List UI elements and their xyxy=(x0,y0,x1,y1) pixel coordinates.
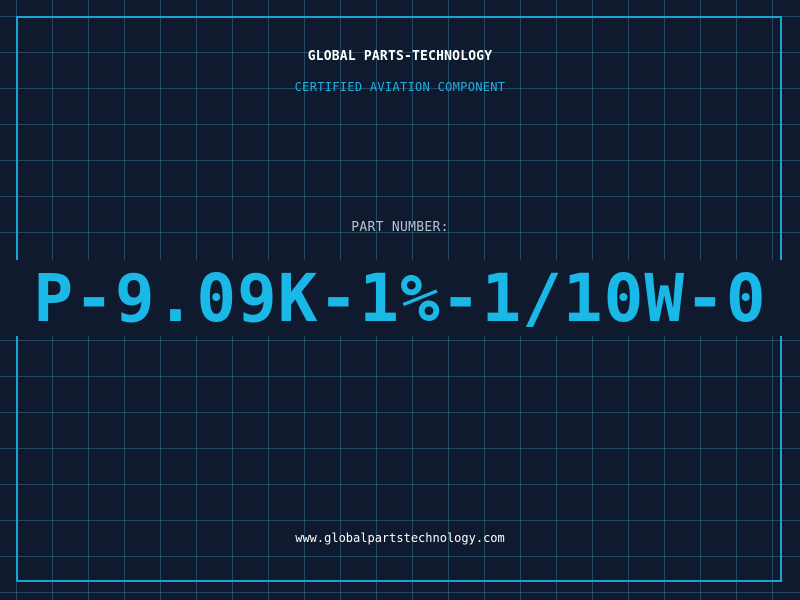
company-name: GLOBAL PARTS-TECHNOLOGY xyxy=(307,49,493,64)
certification-tagline: CERTIFIED AVIATION COMPONENT xyxy=(294,80,506,94)
part-number-band: P-9.09K-1%-1/10W-0 xyxy=(0,260,800,336)
part-number-label: PART NUMBER: xyxy=(351,220,449,235)
part-number-value: P-9.09K-1%-1/10W-0 xyxy=(33,260,767,336)
website-url: www.globalpartstechnology.com xyxy=(295,531,505,545)
part-label-card: GLOBAL PARTS-TECHNOLOGY CERTIFIED AVIATI… xyxy=(0,0,800,600)
